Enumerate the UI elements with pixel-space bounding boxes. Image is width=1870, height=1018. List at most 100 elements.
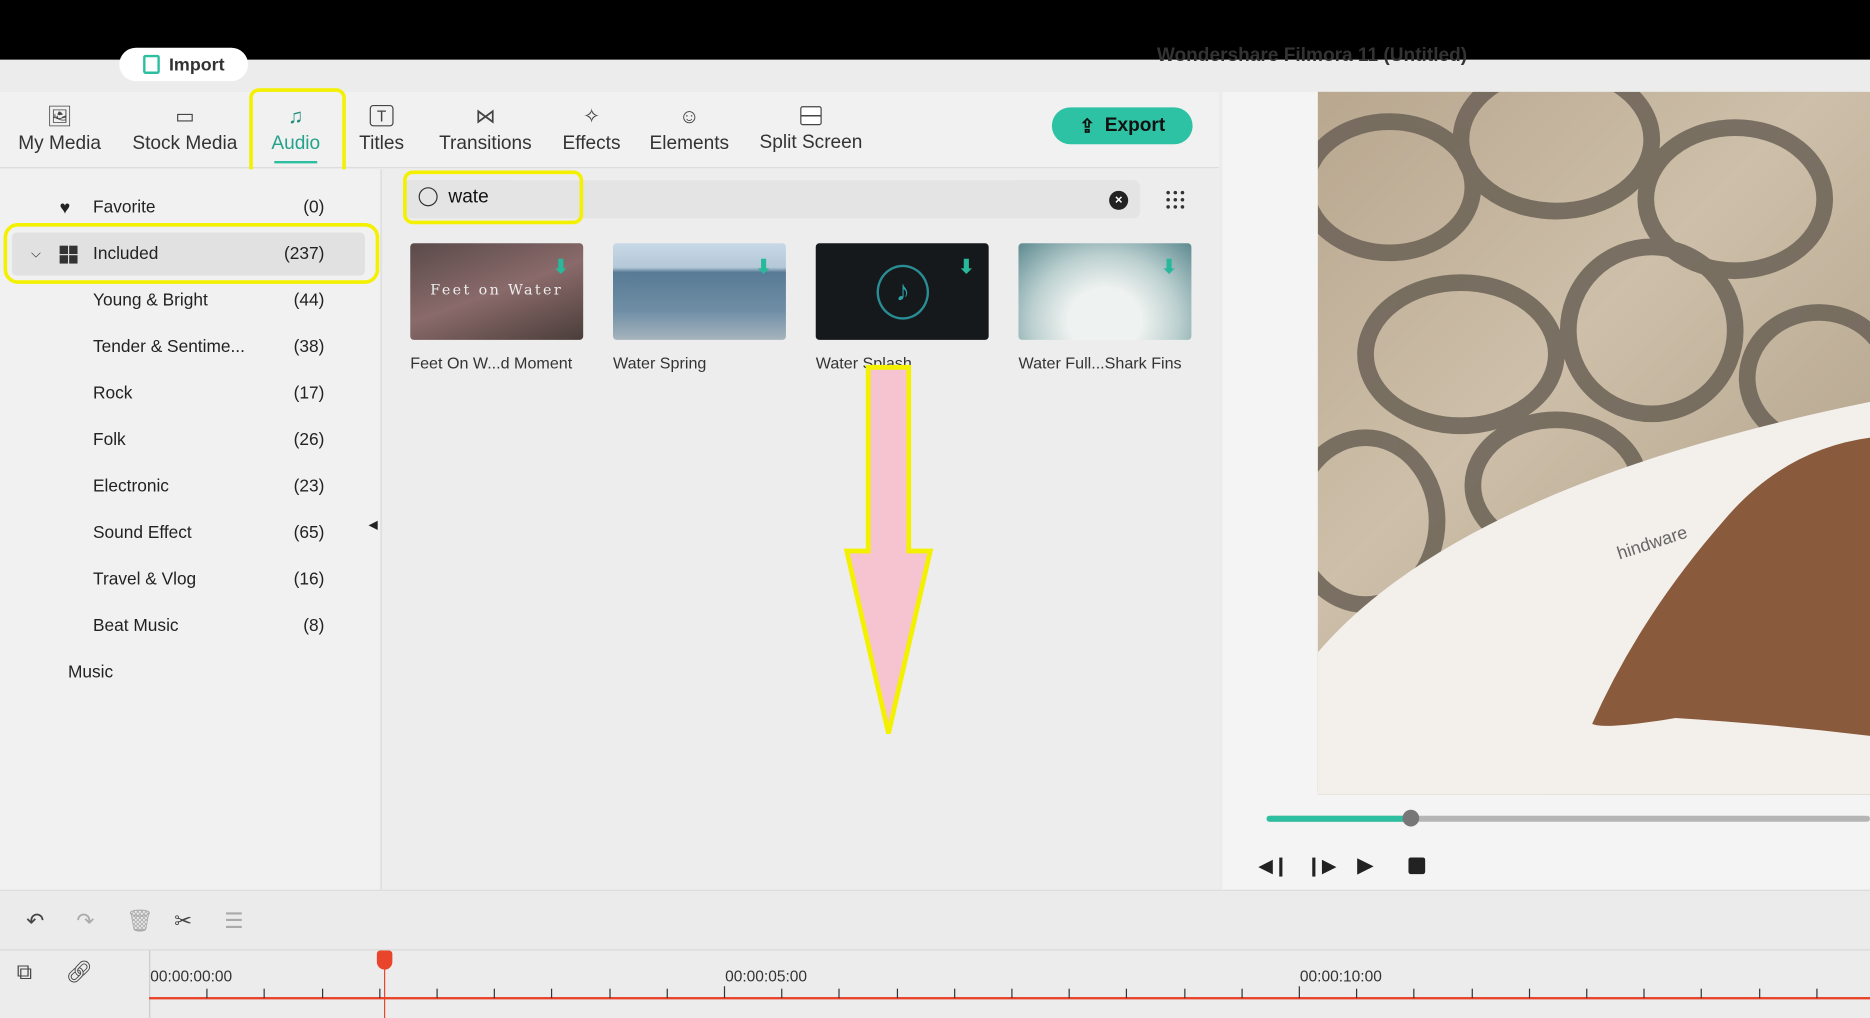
minor-tick: [379, 988, 381, 999]
cloud-folder-icon: ▭: [175, 104, 195, 128]
heart-icon: ♥: [59, 197, 71, 218]
top-black-bar: [0, 0, 1870, 60]
download-icon[interactable]: ⬇: [756, 255, 772, 279]
redo-icon[interactable]: ↷: [76, 909, 94, 934]
minor-tick: [953, 988, 956, 999]
tab-titles[interactable]: T Titles: [348, 92, 415, 168]
category-music[interactable]: Music: [0, 651, 370, 694]
audio-category-sidebar: ♥ Favorite (0) ⌵ Included (237) Young & Brig…: [0, 169, 382, 890]
split-screen-icon: [800, 106, 822, 126]
category-item[interactable]: Young & Bright (44): [0, 279, 370, 322]
minor-tick: [1471, 988, 1473, 999]
search-box: [403, 180, 1141, 219]
collapse-panel-arrow-icon[interactable]: ◀: [369, 519, 378, 532]
download-icon[interactable]: ⬇: [1161, 255, 1177, 279]
minor-tick: [1011, 988, 1013, 999]
timeline-toolbar: ↶ ↷ 🗑︎ ✂ ☰: [0, 889, 1870, 950]
filmora-window: Import Wondershare Filmora 11 (Untitled)…: [0, 0, 1870, 1018]
category-item[interactable]: Electronic (23): [0, 465, 370, 508]
video-preview: hindware: [1317, 91, 1870, 795]
search-input[interactable]: [448, 187, 1045, 209]
download-icon[interactable]: ⬇: [553, 255, 569, 279]
playhead-handle[interactable]: [376, 950, 393, 970]
export-button[interactable]: ⇪ Export: [1051, 107, 1193, 145]
time-label: 00:00:00:00: [150, 967, 233, 986]
previous-frame-button[interactable]: ◀❙: [1258, 854, 1289, 878]
audio-thumbnail: Feet on Water ⬇: [410, 243, 584, 340]
window-title: Wondershare Filmora 11 (Untitled): [1156, 45, 1468, 66]
play-button[interactable]: ▶: [1357, 853, 1374, 878]
minor-tick: [264, 988, 266, 999]
category-included[interactable]: ⌵ Included (237): [11, 232, 365, 276]
smiley-icon: ☺: [678, 104, 700, 128]
next-frame-button[interactable]: ❙▶: [1306, 854, 1337, 878]
time-label: 00:00:05:00: [725, 967, 808, 986]
category-favorite[interactable]: ♥ Favorite (0): [0, 186, 370, 229]
playback-progress: [1266, 815, 1412, 822]
delete-icon[interactable]: 🗑︎: [126, 909, 153, 934]
adjust-icon[interactable]: ☰: [224, 909, 243, 934]
add-track-icon[interactable]: ⧉: [17, 960, 32, 985]
category-item[interactable]: Tender & Sentime... (38): [0, 326, 370, 369]
tab-transitions[interactable]: ⋈ Transitions: [429, 92, 541, 168]
category-item[interactable]: Folk (26): [0, 419, 370, 462]
minor-tick: [1356, 988, 1358, 999]
minor-tick: [1816, 988, 1818, 999]
tab-audio[interactable]: ♫ Audio: [258, 92, 334, 168]
minor-tick: [1183, 988, 1185, 999]
minor-tick: [436, 988, 438, 999]
chevron-down-icon[interactable]: ⌵: [31, 246, 41, 262]
image-icon: 🖼︎: [46, 104, 73, 128]
minor-tick: [1701, 988, 1703, 999]
audio-card[interactable]: ⬇ Water Full...Shark Fins: [1018, 243, 1192, 372]
minor-tick: [1413, 988, 1415, 999]
minor-tick: [1068, 988, 1070, 999]
audio-thumbnail: ♪ ⬇: [815, 243, 989, 340]
playback-scrubber[interactable]: [1266, 809, 1870, 827]
minor-tick: [1586, 988, 1588, 999]
tab-split-screen[interactable]: Split Screen: [749, 92, 873, 168]
import-icon: [142, 54, 160, 74]
minor-tick: [838, 988, 841, 999]
video-frame: [1317, 91, 1870, 795]
tab-elements[interactable]: ☺ Elements: [642, 92, 737, 168]
category-item[interactable]: Sound Effect (65): [0, 512, 370, 555]
minor-tick: [1528, 988, 1530, 999]
category-item[interactable]: Travel & Vlog (16): [0, 558, 370, 601]
clear-search-button[interactable]: ×: [1109, 190, 1129, 210]
music-note-icon: ♫: [288, 104, 304, 128]
scissors-icon[interactable]: ✂: [174, 909, 192, 934]
tab-effects[interactable]: ✧ Effects: [553, 92, 629, 168]
major-tick: [723, 986, 726, 999]
text-icon: T: [369, 104, 394, 127]
category-item[interactable]: Rock (17): [0, 372, 370, 415]
minor-tick: [896, 988, 898, 999]
time-label: 00:00:10:00: [1299, 967, 1382, 986]
timeline-track-line: [149, 997, 1870, 1000]
annotation-down-arrow: [843, 364, 934, 734]
music-note-icon: ♪: [876, 264, 930, 320]
audio-card[interactable]: ♪ ⬇ Water Splash: [815, 243, 989, 372]
category-item[interactable]: Beat Music (8): [0, 605, 370, 648]
undo-icon[interactable]: ↶: [26, 909, 44, 934]
minor-tick: [666, 988, 668, 999]
sparkle-icon: ✧: [583, 104, 601, 128]
grid-view-icon[interactable]: [1166, 190, 1185, 210]
minor-tick: [1643, 988, 1645, 999]
minor-tick: [321, 988, 323, 999]
import-button[interactable]: Import: [119, 47, 249, 82]
search-icon: [418, 187, 438, 207]
transition-icon: ⋈: [475, 104, 496, 128]
download-icon[interactable]: ⬇: [958, 255, 974, 279]
tab-stock-media[interactable]: ▭ Stock Media: [122, 92, 248, 168]
audio-card[interactable]: ⬇ Water Spring: [612, 243, 786, 372]
link-icon[interactable]: 🔗︎: [66, 960, 93, 985]
stop-button[interactable]: [1408, 857, 1426, 875]
tab-my-media[interactable]: 🖼︎ My Media: [10, 92, 110, 168]
timeline-ruler: ⧉ 🔗︎ 00:00:00:00 00:00:05:00 00:00:10:00: [0, 949, 1870, 1018]
audio-card[interactable]: Feet on Water ⬇ Feet On W...d Moment: [410, 243, 584, 372]
minor-tick: [608, 988, 611, 999]
tab-bar: 🖼︎ My Media ▭ Stock Media ♫ Audio T Titles ⋈…: [0, 91, 1219, 169]
major-tick: [1298, 986, 1300, 999]
minor-tick: [551, 988, 553, 999]
